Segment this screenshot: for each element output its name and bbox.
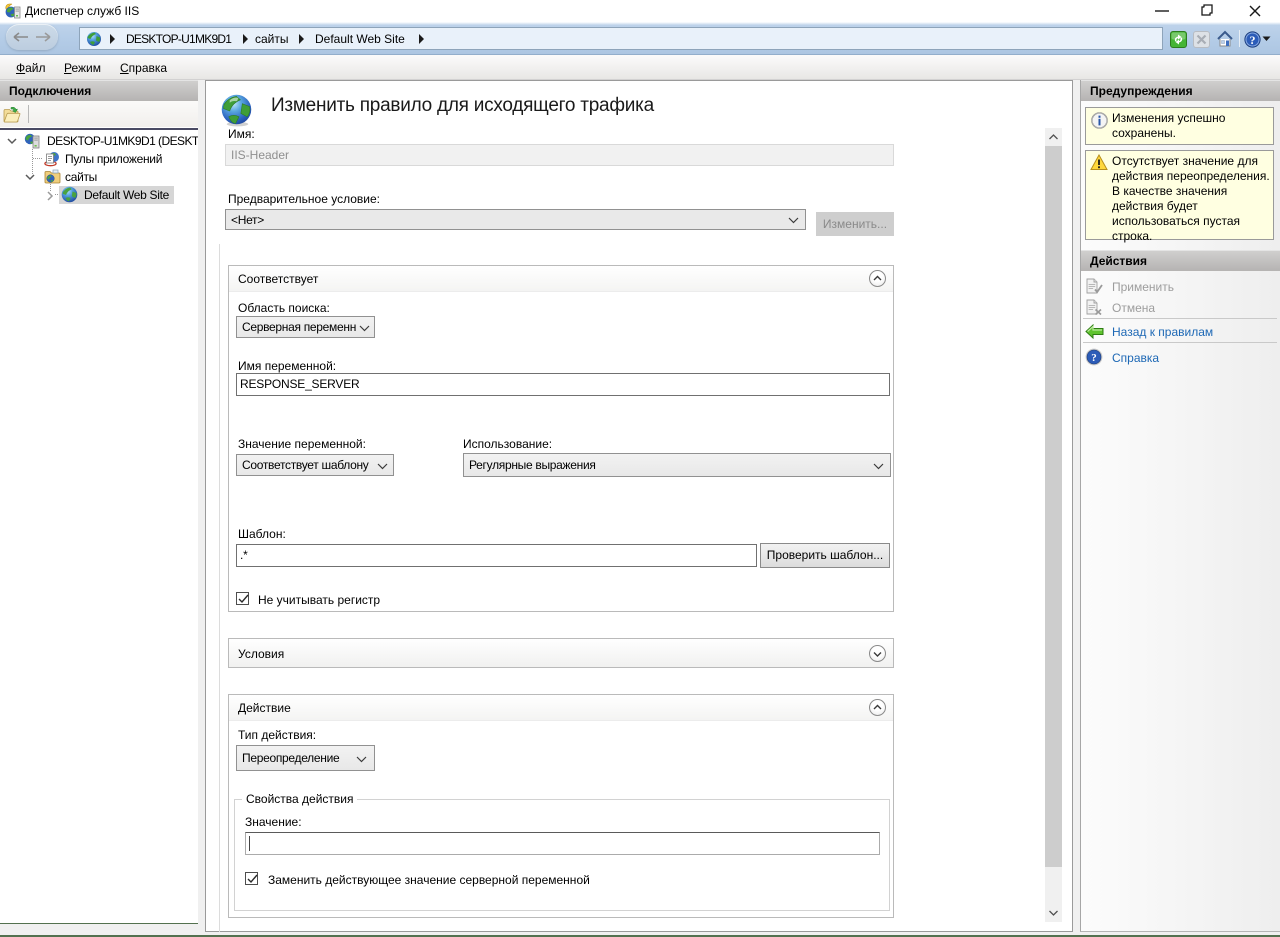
svg-text:?: ? [1250, 33, 1256, 47]
svg-text:?: ? [1091, 352, 1097, 364]
